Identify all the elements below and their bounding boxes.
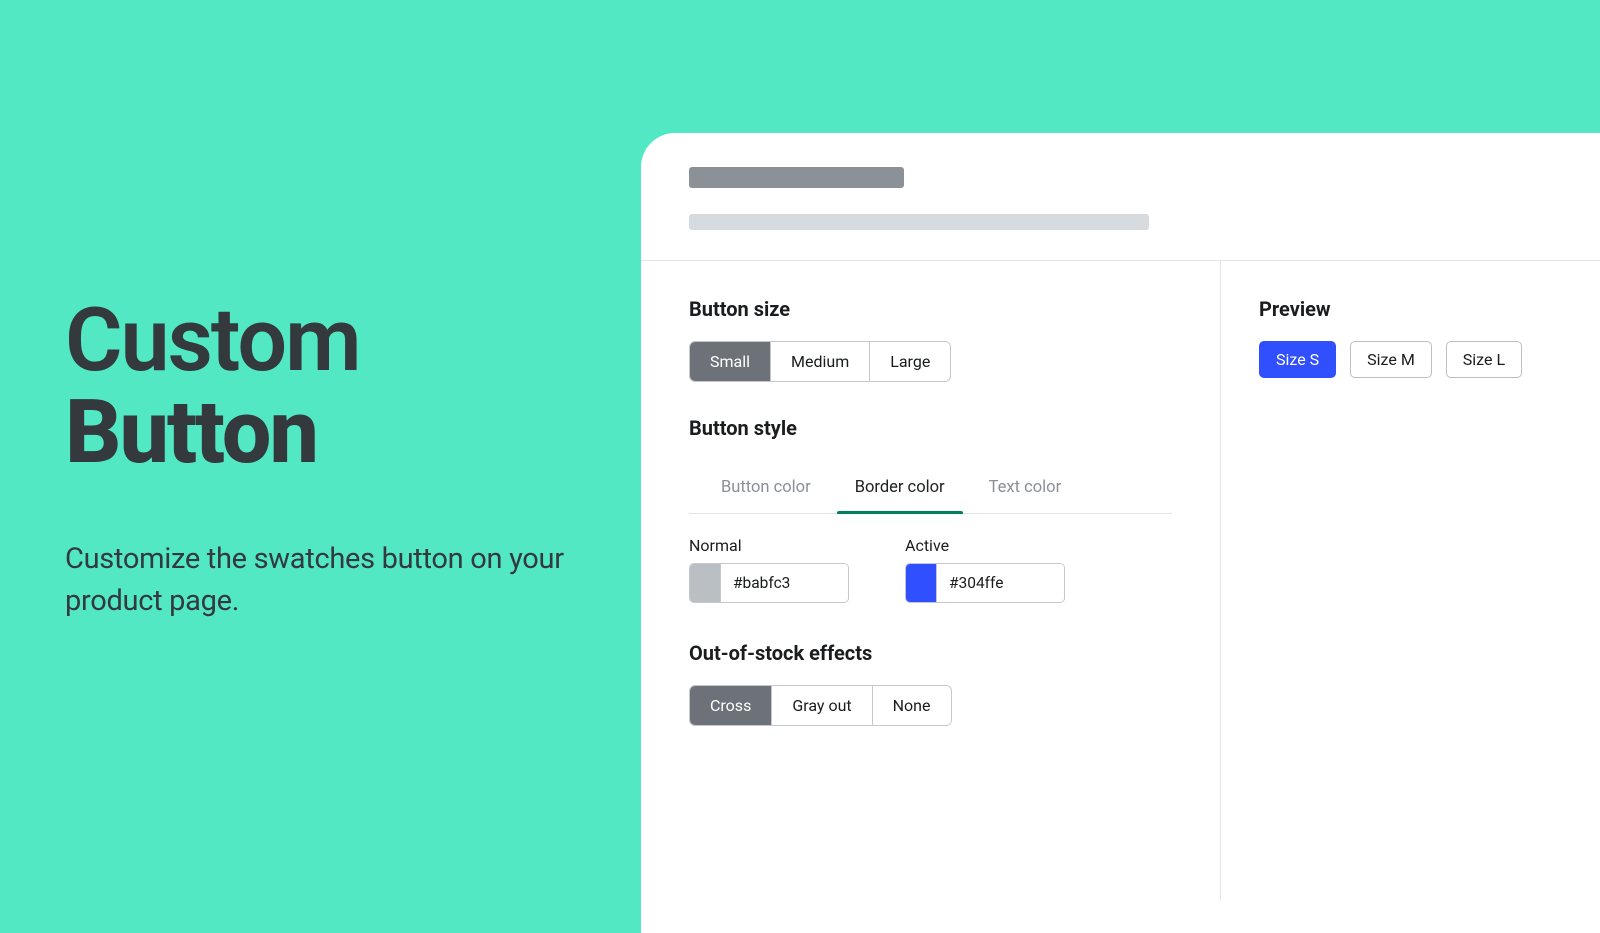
out-of-stock-heading: Out-of-stock effects xyxy=(689,641,1172,665)
hero-title-line1: Custom xyxy=(65,289,360,392)
active-color-field: Active xyxy=(905,536,1065,603)
style-tabs: Button color Border color Text color xyxy=(689,464,1172,514)
color-fields: Normal Active xyxy=(689,536,1172,603)
preview-column: Preview Size S Size M Size L xyxy=(1221,261,1522,901)
normal-color-input[interactable] xyxy=(689,563,849,603)
normal-color-field: Normal xyxy=(689,536,849,603)
hero: Custom Button Customize the swatches but… xyxy=(65,295,625,622)
active-color-swatch[interactable] xyxy=(906,564,937,602)
panel-body: Button size Small Medium Large Button st… xyxy=(641,261,1600,901)
panel-header xyxy=(641,133,1600,261)
effect-cross-button[interactable]: Cross xyxy=(690,686,772,725)
hero-title: Custom Button xyxy=(65,295,625,480)
placeholder-title-bar xyxy=(689,167,904,188)
size-large-button[interactable]: Large xyxy=(870,342,950,381)
preview-heading: Preview xyxy=(1259,297,1522,321)
active-color-label: Active xyxy=(905,536,1065,555)
normal-color-label: Normal xyxy=(689,536,849,555)
settings-column: Button size Small Medium Large Button st… xyxy=(641,261,1221,901)
tab-text-color[interactable]: Text color xyxy=(967,464,1084,513)
size-medium-button[interactable]: Medium xyxy=(771,342,870,381)
hero-subtitle: Customize the swatches button on your pr… xyxy=(65,538,625,622)
button-size-group: Small Medium Large xyxy=(689,341,951,382)
normal-color-text[interactable] xyxy=(721,564,848,602)
active-color-input[interactable] xyxy=(905,563,1065,603)
preview-size-l[interactable]: Size L xyxy=(1446,341,1522,378)
tab-button-color[interactable]: Button color xyxy=(689,464,833,513)
button-size-heading: Button size xyxy=(689,297,1172,321)
out-of-stock-group: Cross Gray out None xyxy=(689,685,952,726)
size-small-button[interactable]: Small xyxy=(690,342,771,381)
effect-none-button[interactable]: None xyxy=(873,686,951,725)
hero-title-line2: Button xyxy=(65,387,625,479)
effect-gray-out-button[interactable]: Gray out xyxy=(772,686,872,725)
active-color-text[interactable] xyxy=(937,564,1064,602)
button-style-heading: Button style xyxy=(689,416,1172,440)
normal-color-swatch[interactable] xyxy=(690,564,721,602)
preview-size-s[interactable]: Size S xyxy=(1259,341,1336,378)
tab-border-color[interactable]: Border color xyxy=(833,464,967,513)
placeholder-subtitle-bar xyxy=(689,214,1149,230)
settings-panel: Button size Small Medium Large Button st… xyxy=(641,133,1600,933)
preview-button-group: Size S Size M Size L xyxy=(1259,341,1522,378)
preview-size-m[interactable]: Size M xyxy=(1350,341,1432,378)
